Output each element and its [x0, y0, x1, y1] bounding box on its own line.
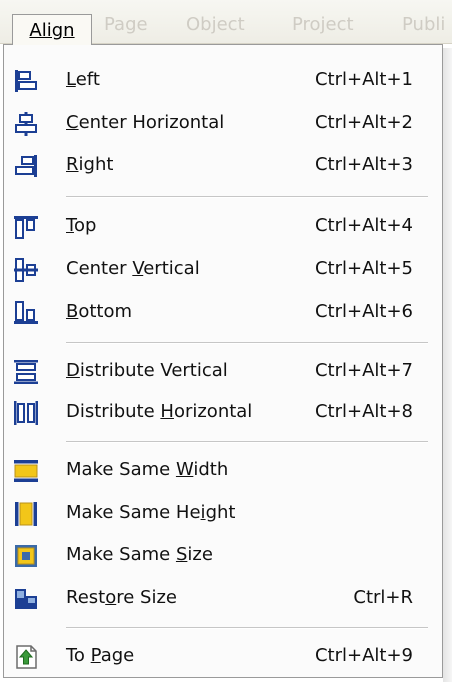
same-width-icon [12, 457, 40, 485]
shortcut-label: Ctrl+Alt+3 [314, 154, 413, 175]
menu-separator [66, 627, 428, 629]
align-top-icon [12, 213, 40, 241]
shortcut-label: Ctrl+R [353, 587, 413, 608]
menu-object[interactable]: Object [186, 10, 245, 40]
menu-item-make-same-height[interactable]: Make Same Height [4, 494, 442, 534]
same-height-icon [12, 500, 40, 528]
align-left-icon [12, 67, 40, 95]
menu-item-distribute-vertical[interactable]: Distribute Vertical Ctrl+Alt+7 [4, 352, 442, 392]
menu-item-label: Right [66, 154, 114, 175]
menu-item-label: Make Same Size [66, 544, 213, 565]
align-menu: Left Ctrl+Alt+1 Center Horizontal Ctrl+A… [3, 44, 443, 678]
shortcut-label: Ctrl+Alt+9 [314, 645, 413, 666]
menu-align[interactable]: Align [12, 14, 92, 45]
distribute-vertical-icon [12, 358, 40, 386]
align-bottom-icon [12, 299, 40, 327]
shortcut-label: Ctrl+Alt+4 [314, 215, 413, 236]
menu-item-restore-size[interactable]: Restore Size Ctrl+R [4, 579, 442, 619]
menu-bar: Align Page Object Project Publi [0, 0, 452, 45]
menu-item-to-page[interactable]: To Page Ctrl+Alt+9 [4, 637, 442, 677]
menu-align-label: Align [29, 20, 75, 41]
menu-item-label: To Page [66, 645, 135, 666]
menu-item-label: Distribute Vertical [66, 360, 228, 381]
menu-page[interactable]: Page [104, 10, 148, 40]
menu-item-center-vertical[interactable]: Center Vertical Ctrl+Alt+5 [4, 250, 442, 290]
menu-item-make-same-size[interactable]: Make Same Size [4, 536, 442, 576]
shortcut-label: Ctrl+Alt+6 [314, 301, 413, 322]
menu-item-bottom[interactable]: Bottom Ctrl+Alt+6 [4, 293, 442, 333]
align-center-vertical-icon [12, 256, 40, 284]
shortcut-label: Ctrl+Alt+2 [314, 112, 413, 133]
menu-item-distribute-horizontal[interactable]: Distribute Horizontal Ctrl+Alt+8 [4, 393, 442, 433]
menu-item-label: Center Horizontal [66, 112, 225, 133]
menu-item-label: Make Same Height [66, 502, 236, 523]
menu-item-label: Bottom [66, 301, 133, 322]
shortcut-label: Ctrl+Alt+1 [314, 69, 413, 90]
menu-item-label: Distribute Horizontal [66, 401, 253, 422]
menu-publish[interactable]: Publi [402, 10, 445, 40]
align-center-horizontal-icon [12, 110, 40, 138]
menu-item-top[interactable]: Top Ctrl+Alt+4 [4, 207, 442, 247]
menu-separator [66, 441, 428, 443]
menu-item-right[interactable]: Right Ctrl+Alt+3 [4, 146, 442, 186]
menu-item-label: Center Vertical [66, 258, 200, 279]
menu-shadow [443, 48, 452, 682]
menu-separator [66, 342, 428, 344]
restore-size-icon [12, 585, 40, 613]
menu-project[interactable]: Project [292, 10, 354, 40]
menu-item-label: Left [66, 69, 100, 90]
menu-item-left[interactable]: Left Ctrl+Alt+1 [4, 61, 442, 101]
shortcut-label: Ctrl+Alt+7 [314, 360, 413, 381]
to-page-icon [12, 643, 40, 671]
menu-item-label: Restore Size [66, 587, 177, 608]
align-right-icon [12, 152, 40, 180]
shortcut-label: Ctrl+Alt+5 [314, 258, 413, 279]
menu-item-label: Top [66, 215, 97, 236]
same-size-icon [12, 542, 40, 570]
shortcut-label: Ctrl+Alt+8 [314, 401, 413, 422]
menu-separator [66, 196, 428, 198]
distribute-horizontal-icon [12, 399, 40, 427]
menu-item-center-horizontal[interactable]: Center Horizontal Ctrl+Alt+2 [4, 104, 442, 144]
menu-item-make-same-width[interactable]: Make Same Width [4, 451, 442, 491]
menu-item-label: Make Same Width [66, 459, 229, 480]
